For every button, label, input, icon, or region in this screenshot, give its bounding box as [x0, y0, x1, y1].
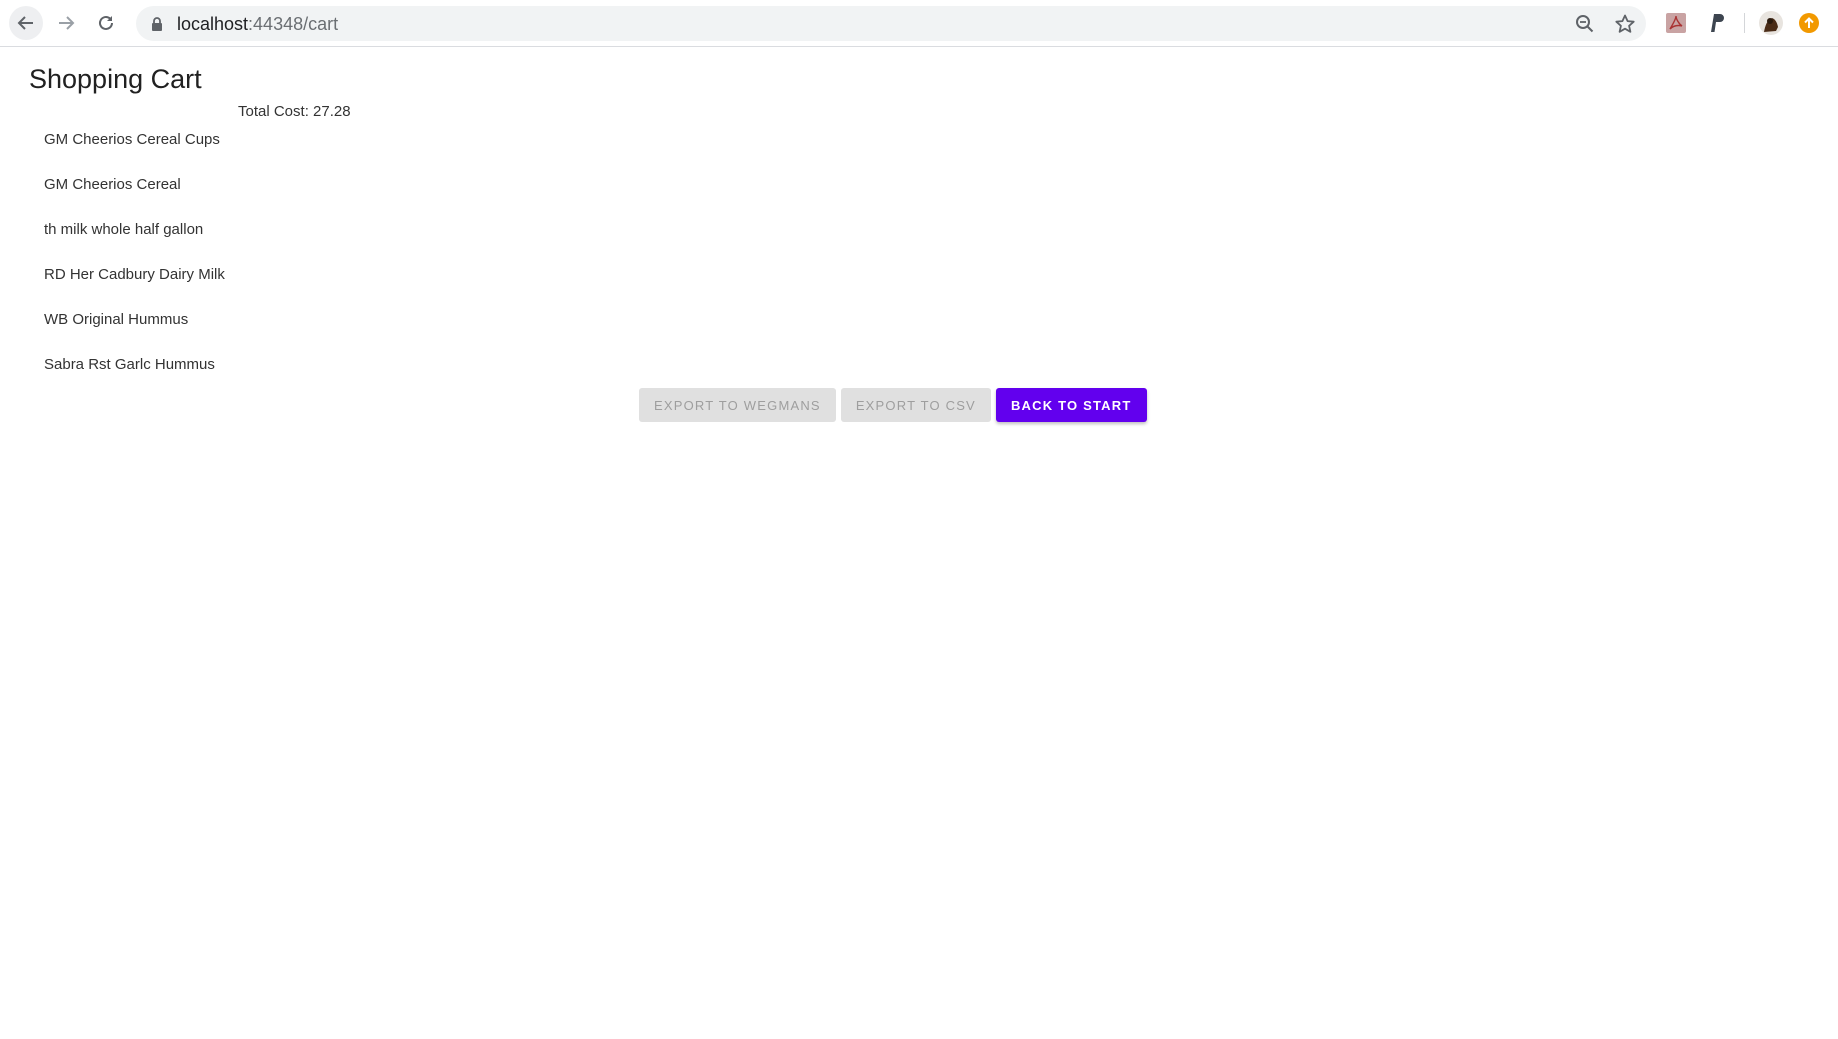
address-bar[interactable]: localhost:44348/cart: [136, 6, 1646, 41]
url-path: :44348/cart: [248, 14, 339, 34]
export-wegmans-button[interactable]: Export to Wegmans: [639, 388, 836, 422]
action-buttons: Export to Wegmans Export to CSV Back to …: [639, 388, 1147, 422]
arrow-left-icon: [17, 16, 33, 30]
cart-item: th milk whole half gallon: [44, 221, 204, 238]
back-button[interactable]: [9, 6, 43, 40]
total-cost: Total Cost: 27.28: [238, 103, 351, 120]
url-text[interactable]: localhost:44348/cart: [177, 14, 338, 35]
arrow-right-icon: [59, 16, 75, 30]
profile-avatar-icon[interactable]: [1758, 10, 1784, 36]
browser-toolbar: localhost:44348/cart: [0, 0, 1838, 47]
url-host: localhost: [177, 14, 249, 34]
cart-item: GM Cheerios Cereal: [44, 176, 181, 193]
cart-item-list: GM Cheerios Cereal Cups GM Cheerios Cere…: [29, 117, 225, 387]
zoom-icon[interactable]: [1574, 13, 1596, 35]
reload-button[interactable]: [89, 6, 123, 40]
paypal-extension-icon[interactable]: [1704, 11, 1728, 35]
bookmark-star-icon[interactable]: [1614, 13, 1636, 35]
cart-item: Sabra Rst Garlc Hummus: [44, 356, 215, 373]
export-csv-button[interactable]: Export to CSV: [840, 388, 991, 422]
cart-item: RD Her Cadbury Dairy Milk: [44, 266, 225, 283]
lock-icon: [152, 17, 162, 31]
forward-button[interactable]: [49, 6, 83, 40]
update-icon[interactable]: [1798, 12, 1820, 34]
pdf-extension-icon[interactable]: [1664, 11, 1688, 35]
page-title: Shopping Cart: [29, 64, 202, 94]
cart-item: WB Original Hummus: [44, 311, 189, 328]
toolbar-divider: [1744, 13, 1745, 33]
cart-page: Shopping Cart GM Cheerios Cereal Cups GM…: [0, 47, 1838, 1039]
reload-icon: [99, 15, 113, 30]
cart-item: GM Cheerios Cereal Cups: [44, 131, 220, 148]
back-to-start-button[interactable]: Back to Start: [995, 388, 1147, 422]
